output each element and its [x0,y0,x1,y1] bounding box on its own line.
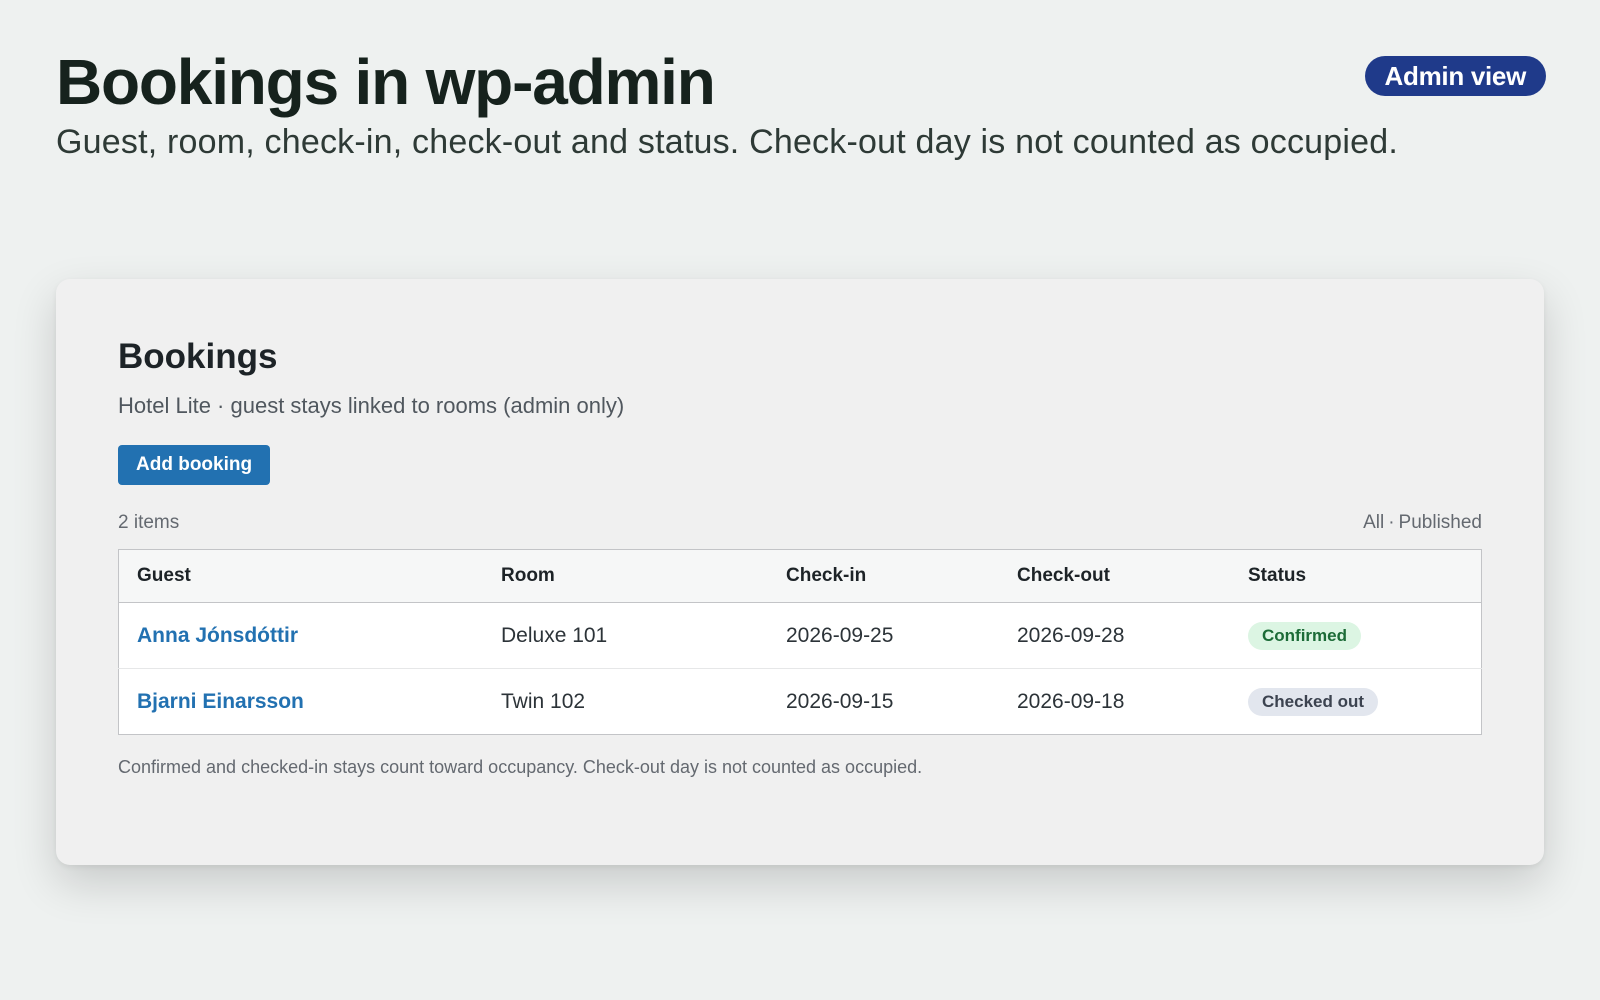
column-header-status[interactable]: Status [1230,549,1482,603]
room-cell: Deluxe 101 [483,602,768,669]
list-meta: 2 items All · Published [118,511,1482,535]
admin-view-badge: Admin view [1364,56,1546,96]
table-row: Anna Jónsdóttir Deluxe 101 2026-09-25 20… [118,602,1482,669]
status-cell: Checked out [1230,669,1482,735]
checkin-cell: 2026-09-15 [786,689,894,713]
status-filters: All · Published [1363,512,1482,534]
table-row: Bjarni Einarsson Twin 102 2026-09-15 202… [119,669,1482,735]
panel-title: Bookings [118,337,278,376]
guest-cell: Bjarni Einarsson [119,669,484,735]
guest-cell: Anna Jónsdóttir [118,602,483,669]
column-header-checkin[interactable]: Check-in [768,549,999,603]
bookings-panel: Bookings Hotel Lite · guest stays linked… [56,279,1544,865]
status-cell: Confirmed [1230,602,1482,669]
add-booking-button[interactable]: Add booking [118,445,271,485]
bookings-table: Guest Room Check-in Check-out Status Ann… [118,549,1482,735]
table-body: Anna Jónsdóttir Deluxe 101 2026-09-25 20… [118,602,1482,735]
occupancy-footnote: Confirmed and checked-in stays count tow… [118,757,923,777]
status-badge: Confirmed [1248,621,1361,650]
filter-published-link[interactable]: Published [1399,512,1482,533]
checkout-cell: 2026-09-18 [1017,689,1125,713]
column-header-guest[interactable]: Guest [118,549,483,603]
panel-subtitle: Hotel Lite · guest stays linked to rooms… [118,393,625,418]
room-cell: Twin 102 [501,689,586,713]
item-count: 2 items [118,512,180,533]
table-header: Guest Room Check-in Check-out Status [118,549,1482,603]
page: Bookings in wp-admin Guest, room, check-… [0,0,1600,1000]
column-header-room[interactable]: Room [483,549,768,603]
table-header-row: Guest Room Check-in Check-out Status [118,549,1482,603]
filter-separator: · [1388,512,1395,533]
guest-link[interactable]: Bjarni Einarsson [137,690,304,713]
checkout-cell: 2026-09-28 [999,602,1230,669]
checkin-cell: 2026-09-25 [768,602,999,669]
guest-link[interactable]: Anna Jónsdóttir [137,624,298,647]
column-header-checkout[interactable]: Check-out [999,549,1230,603]
filter-all-link[interactable]: All [1363,512,1384,533]
status-badge: Checked out [1248,687,1379,716]
page-title: Bookings in wp-admin [56,46,716,118]
page-subtitle: Guest, room, check-in, check-out and sta… [56,123,1399,161]
